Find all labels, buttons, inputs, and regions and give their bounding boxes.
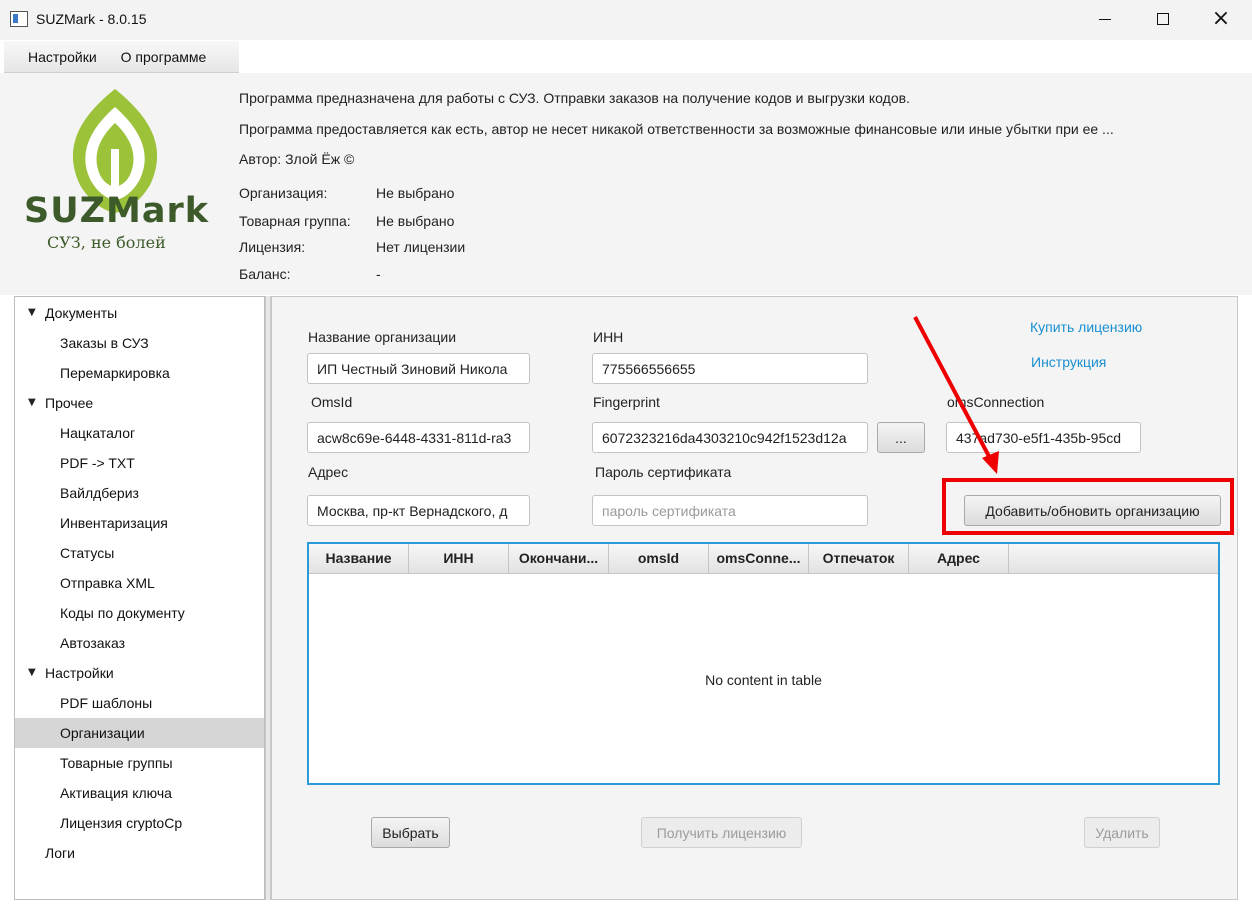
tree-item-national-catalog[interactable]: Нацкаталог <box>15 418 264 448</box>
table-empty-placeholder: No content in table <box>705 672 822 688</box>
window-title: SUZMark - 8.0.15 <box>36 11 147 27</box>
description-line-1: Программа предназначена для работы с СУЗ… <box>239 90 910 106</box>
product-group-value: Не выбрано <box>376 213 455 229</box>
tree-item-wildberries[interactable]: Вайлдбериз <box>15 478 264 508</box>
browse-certificate-button[interactable]: ... <box>877 422 925 453</box>
tree-item-cryptocp-license[interactable]: Лицензия cryptoCp <box>15 808 264 838</box>
tree-item-other[interactable]: ▼ Прочее <box>15 388 264 418</box>
tree-item-send-xml[interactable]: Отправка XML <box>15 568 264 598</box>
tree-item-auto-order[interactable]: Автозаказ <box>15 628 264 658</box>
highlight-annotation <box>942 478 1234 535</box>
column-header-inn[interactable]: ИНН <box>409 544 509 574</box>
column-header-oms-connection[interactable]: omsConne... <box>709 544 809 574</box>
expand-arrow-icon[interactable]: ▼ <box>28 658 36 688</box>
title-bar: SUZMark - 8.0.15 × <box>0 0 1252 40</box>
tree-item-statuses[interactable]: Статусы <box>15 538 264 568</box>
fingerprint-field[interactable] <box>592 422 868 453</box>
column-header-expiration[interactable]: Окончани... <box>509 544 609 574</box>
tree-item-settings[interactable]: ▼ Настройки <box>15 658 264 688</box>
license-label: Лицензия: <box>239 239 306 255</box>
oms-id-field[interactable] <box>307 422 530 453</box>
buy-license-link[interactable]: Купить лицензию <box>1030 319 1142 335</box>
minimize-icon <box>1099 18 1111 20</box>
tree-item-documents[interactable]: ▼ Документы <box>15 298 264 328</box>
menu-about[interactable]: О программе <box>121 49 207 65</box>
inn-field[interactable] <box>592 353 868 384</box>
oms-id-label: OmsId <box>311 394 353 410</box>
organization-value: Не выбрано <box>376 185 455 201</box>
close-icon: × <box>1211 6 1231 31</box>
balance-label: Баланс: <box>239 266 291 282</box>
oms-connection-field[interactable] <box>946 422 1141 453</box>
address-label: Адрес <box>308 464 349 480</box>
organizations-table[interactable]: Название ИНН Окончани... omsId omsConne.… <box>307 542 1220 785</box>
maximize-icon <box>1157 13 1169 25</box>
table-header: Название ИНН Окончани... omsId omsConne.… <box>309 544 1218 574</box>
get-license-button[interactable]: Получить лицензию <box>641 817 802 848</box>
select-button[interactable]: Выбрать <box>371 817 450 848</box>
tree-item-suz-orders[interactable]: Заказы в СУЗ <box>15 328 264 358</box>
org-name-field[interactable] <box>307 353 530 384</box>
organization-label: Организация: <box>239 185 328 201</box>
tree-item-product-groups[interactable]: Товарные группы <box>15 748 264 778</box>
header-panel: SUZMark СУЗ, не болей Программа предназн… <box>0 73 1252 295</box>
tree-item-remarking[interactable]: Перемаркировка <box>15 358 264 388</box>
org-name-label: Название организации <box>308 329 457 345</box>
tree-item-key-activation[interactable]: Активация ключа <box>15 778 264 808</box>
app-icon <box>10 11 28 27</box>
expand-arrow-icon[interactable]: ▼ <box>28 298 36 328</box>
delete-button[interactable]: Удалить <box>1084 817 1160 848</box>
minimize-button[interactable] <box>1082 4 1128 34</box>
close-button[interactable]: × <box>1198 4 1244 34</box>
cert-password-field[interactable] <box>592 495 868 526</box>
navigation-tree: ▼ Документы Заказы в СУЗ Перемаркировка ▼… <box>14 296 265 900</box>
instruction-link[interactable]: Инструкция <box>1031 354 1106 370</box>
column-header-fingerprint[interactable]: Отпечаток <box>809 544 909 574</box>
menu-bar: Настройки О программе <box>4 41 239 73</box>
tree-item-logs[interactable]: Логи <box>15 838 264 868</box>
fingerprint-label: Fingerprint <box>593 394 660 410</box>
author-text: Автор: Злой Ёж © <box>239 151 355 167</box>
logo-name: SUZMark <box>24 191 209 231</box>
expand-arrow-icon[interactable]: ▼ <box>28 388 36 418</box>
balance-value: - <box>376 266 381 282</box>
tree-item-inventory[interactable]: Инвентаризация <box>15 508 264 538</box>
maximize-button[interactable] <box>1140 4 1186 34</box>
description-line-2: Программа предоставляется как есть, авто… <box>239 121 1114 137</box>
column-header-oms-id[interactable]: omsId <box>609 544 709 574</box>
column-header-name[interactable]: Название <box>309 544 409 574</box>
inn-label: ИНН <box>593 329 624 345</box>
menu-settings[interactable]: Настройки <box>28 49 97 65</box>
oms-connection-label: omsConnection <box>947 394 1045 410</box>
product-group-label: Товарная группа: <box>239 213 351 229</box>
logo-slogan: СУЗ, не болей <box>47 233 166 252</box>
tree-item-pdf-templates[interactable]: PDF шаблоны <box>15 688 264 718</box>
cert-password-label: Пароль сертификата <box>595 464 732 480</box>
address-field[interactable] <box>307 495 530 526</box>
tree-item-pdf-to-txt[interactable]: PDF -> TXT <box>15 448 264 478</box>
license-value: Нет лицензии <box>376 239 466 255</box>
column-header-address[interactable]: Адрес <box>909 544 1009 574</box>
tree-item-organizations[interactable]: Организации <box>15 718 264 748</box>
tree-item-codes-by-document[interactable]: Коды по документу <box>15 598 264 628</box>
